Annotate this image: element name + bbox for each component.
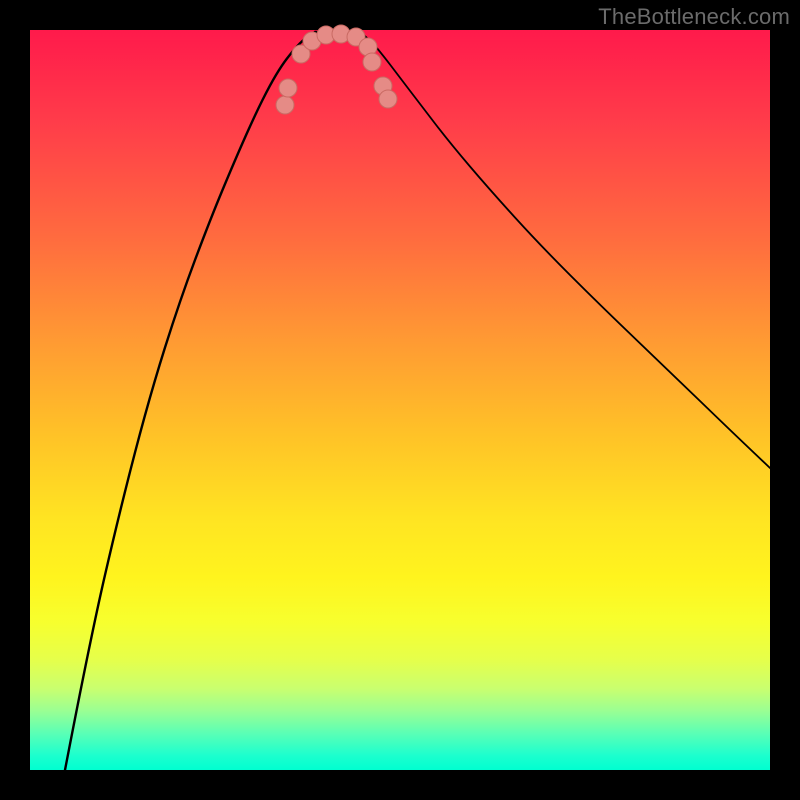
right-curve: [360, 32, 770, 468]
chart-frame: TheBottleneck.com: [0, 0, 800, 800]
dots-group: [276, 25, 397, 114]
plot-area: [30, 30, 770, 770]
data-dot: [276, 96, 294, 114]
left-curve: [65, 32, 315, 770]
watermark-text: TheBottleneck.com: [598, 4, 790, 30]
data-dot: [279, 79, 297, 97]
data-dot: [363, 53, 381, 71]
chart-svg: [30, 30, 770, 770]
data-dot: [379, 90, 397, 108]
